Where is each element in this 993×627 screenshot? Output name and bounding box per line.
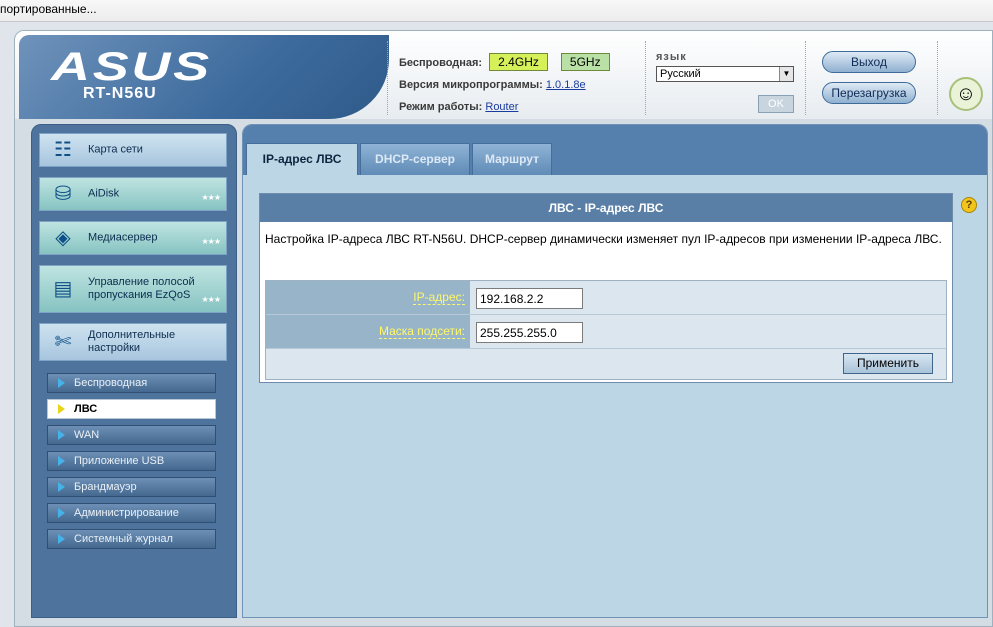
subnav-label: Беспроводная bbox=[74, 377, 148, 389]
subnav-administration[interactable]: Администрирование bbox=[47, 503, 216, 523]
status-info: Беспроводная: 2.4GHz 5GHz Версия микропр… bbox=[399, 53, 610, 119]
ip-address-label: IP-адрес: bbox=[266, 281, 470, 314]
router-admin-frame: ASUS RT-N56U Беспроводная: 2.4GHz 5GHz В… bbox=[14, 30, 993, 627]
chevron-down-icon[interactable]: ▼ bbox=[779, 67, 793, 81]
arrow-right-icon bbox=[58, 404, 65, 414]
subnav-label: Брандмауэр bbox=[74, 481, 137, 493]
firmware-link[interactable]: 1.0.1.8e bbox=[546, 79, 586, 91]
model-name: RT-N56U bbox=[83, 85, 157, 102]
subnav-label: Администрирование bbox=[74, 507, 179, 519]
band-24ghz-badge[interactable]: 2.4GHz bbox=[489, 53, 548, 71]
stars-icon: ★★★ bbox=[201, 237, 220, 246]
browser-bookmark-bar: портированные... bbox=[0, 0, 993, 22]
sidebar-item-label: Медиасервер bbox=[88, 231, 158, 244]
subnav-system-log[interactable]: Системный журнал bbox=[47, 529, 216, 549]
subnet-mask-input[interactable] bbox=[476, 322, 583, 343]
bookmark-item[interactable]: портированные... bbox=[0, 2, 97, 16]
stars-icon: ★★★ bbox=[201, 295, 220, 304]
subnet-mask-label: Маска подсети: bbox=[266, 315, 470, 348]
wireless-row: Беспроводная: 2.4GHz 5GHz bbox=[399, 53, 610, 75]
mode-label: Режим работы: bbox=[399, 101, 483, 113]
header-divider bbox=[387, 41, 388, 115]
tab-lan-ip[interactable]: IP-адрес ЛВС bbox=[246, 143, 358, 175]
apply-button[interactable]: Применить bbox=[843, 353, 933, 374]
firmware-row: Версия микропрограммы: 1.0.1.8e bbox=[399, 75, 610, 97]
logout-button[interactable]: Выход bbox=[822, 51, 916, 73]
subnav-label: WAN bbox=[74, 429, 100, 441]
form-row-ip: IP-адрес: bbox=[266, 281, 946, 315]
header-divider bbox=[805, 41, 806, 115]
arrow-right-icon bbox=[58, 534, 65, 544]
language-ok-button[interactable]: OK bbox=[758, 95, 794, 113]
tools-icon: ✄ bbox=[54, 331, 72, 353]
arrow-right-icon bbox=[58, 378, 65, 388]
arrow-right-icon bbox=[58, 430, 65, 440]
subnav-firewall[interactable]: Брандмауэр bbox=[47, 477, 216, 497]
reboot-button[interactable]: Перезагрузка bbox=[822, 82, 916, 104]
help-icon[interactable]: ? bbox=[961, 197, 977, 213]
subnav-lan[interactable]: ЛВС bbox=[47, 399, 216, 419]
tab-dhcp-server[interactable]: DHCP-сервер bbox=[360, 143, 470, 175]
subnav-label: ЛВС bbox=[74, 403, 98, 415]
firmware-label: Версия микропрограммы: bbox=[399, 79, 543, 91]
media-server-icon: ◈ bbox=[55, 227, 71, 249]
language-label: язык bbox=[656, 51, 687, 63]
arrow-right-icon bbox=[58, 508, 65, 518]
sidebar-item-label: Карта сети bbox=[88, 143, 143, 156]
main-content: IP-адрес ЛВС DHCP-сервер Маршрут ? ЛВС -… bbox=[242, 124, 988, 618]
sidebar-item-ezqos[interactable]: ▤ Управление полосой пропускания EzQoS ★… bbox=[39, 265, 227, 313]
logo-area: ASUS RT-N56U bbox=[19, 35, 389, 119]
stars-icon: ★★★ bbox=[201, 193, 220, 202]
panel-description: Настройка IP-адреса ЛВС RT-N56U. DHCP-се… bbox=[265, 232, 942, 246]
header-divider bbox=[937, 41, 938, 115]
sidebar: ☷ Карта сети ⛁ AiDisk ★★★ ◈ Медиасервер … bbox=[31, 124, 237, 618]
subnav-wan[interactable]: WAN bbox=[47, 425, 216, 445]
wireless-label: Беспроводная: bbox=[399, 57, 483, 69]
sidebar-item-label: Дополнительные настройки bbox=[88, 329, 176, 354]
subnav-label: Приложение USB bbox=[74, 455, 165, 467]
asus-logo: ASUS bbox=[51, 45, 212, 89]
subnav-usb-application[interactable]: Приложение USB bbox=[47, 451, 216, 471]
arrow-right-icon bbox=[58, 482, 65, 492]
form-row-mask: Маска подсети: bbox=[266, 315, 946, 349]
sidebar-item-advanced-settings[interactable]: ✄ Дополнительные настройки bbox=[39, 323, 227, 361]
sidebar-item-network-map[interactable]: ☷ Карта сети bbox=[39, 133, 227, 167]
header-divider bbox=[645, 41, 646, 115]
subnav-wireless[interactable]: Беспроводная bbox=[47, 373, 216, 393]
qos-icon: ▤ bbox=[53, 278, 73, 300]
network-map-icon: ☷ bbox=[54, 139, 72, 161]
arrow-right-icon bbox=[58, 456, 65, 466]
header: ASUS RT-N56U Беспроводная: 2.4GHz 5GHz В… bbox=[15, 31, 992, 119]
subnav-label: Системный журнал bbox=[74, 533, 173, 545]
panel-title: ЛВС - IP-адрес ЛВС bbox=[260, 194, 952, 222]
tabs-bar: IP-адрес ЛВС DHCP-сервер Маршрут bbox=[243, 125, 987, 175]
diagnostic-doctor-icon[interactable]: ☺ bbox=[949, 77, 983, 111]
sidebar-item-label: AiDisk bbox=[88, 187, 120, 200]
sidebar-item-label: Управление полосой пропускания EzQoS bbox=[88, 276, 195, 301]
lan-ip-panel: ЛВС - IP-адрес ЛВС Настройка IP-адреса Л… bbox=[259, 193, 953, 383]
mode-link[interactable]: Router bbox=[485, 101, 518, 113]
language-value: Русский bbox=[660, 68, 701, 80]
tab-route[interactable]: Маршрут bbox=[472, 143, 552, 175]
language-selector: язык Русский ▼ OK bbox=[656, 51, 794, 113]
sidebar-item-aidisk[interactable]: ⛁ AiDisk ★★★ bbox=[39, 177, 227, 211]
mode-row: Режим работы: Router bbox=[399, 97, 610, 119]
ip-address-input[interactable] bbox=[476, 288, 583, 309]
sidebar-item-media-server[interactable]: ◈ Медиасервер ★★★ bbox=[39, 221, 227, 255]
form-actions: Применить bbox=[266, 349, 946, 379]
disk-icon: ⛁ bbox=[54, 183, 72, 205]
language-dropdown[interactable]: Русский ▼ bbox=[656, 66, 794, 82]
lan-ip-form: IP-адрес: Маска подсети: Применить bbox=[265, 280, 947, 380]
band-5ghz-badge[interactable]: 5GHz bbox=[560, 53, 610, 71]
